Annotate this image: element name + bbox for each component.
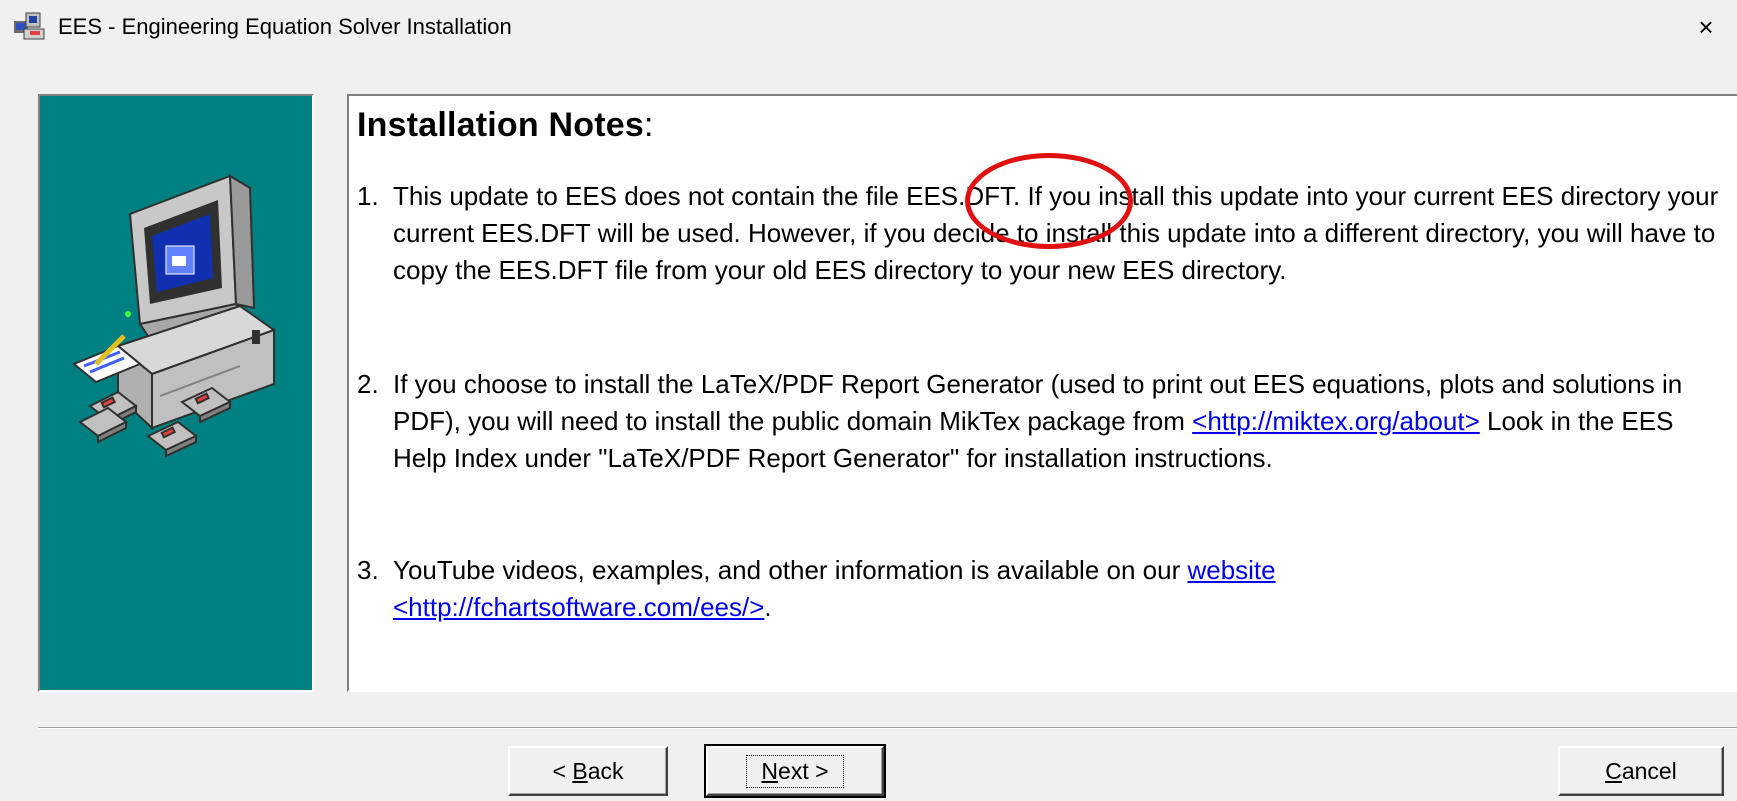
miktex-link[interactable]: <http://miktex.org/about> bbox=[1192, 406, 1480, 436]
note-text: If you choose to install the LaTeX/PDF R… bbox=[393, 369, 1683, 473]
next-button[interactable]: Next > bbox=[704, 744, 886, 798]
window-title: EES - Engineering Equation Solver Instal… bbox=[58, 14, 512, 39]
back-button-label: < Back bbox=[552, 757, 624, 784]
title-bar: EES - Engineering Equation Solver Instal… bbox=[0, 0, 1737, 54]
back-button[interactable]: < Back bbox=[508, 746, 668, 796]
close-button[interactable]: × bbox=[1675, 0, 1737, 54]
note-number: 2. bbox=[357, 369, 379, 399]
installer-app-icon bbox=[12, 11, 46, 41]
note-number: 1. bbox=[357, 181, 379, 211]
cancel-button[interactable]: Cancel bbox=[1558, 746, 1724, 796]
notes-heading: Installation Notes: bbox=[357, 106, 654, 144]
website-link[interactable]: website bbox=[1187, 555, 1275, 585]
note-text: YouTube videos, examples, and other info… bbox=[393, 555, 1276, 622]
cancel-button-label: Cancel bbox=[1605, 757, 1677, 784]
setup-side-panel bbox=[38, 94, 314, 692]
note-text: This update to EES does not contain the … bbox=[393, 181, 1719, 285]
computer-illustration-icon bbox=[72, 174, 277, 458]
button-separator bbox=[38, 727, 1737, 729]
note-number: 3. bbox=[357, 555, 379, 585]
next-button-label: Next > bbox=[746, 754, 844, 788]
installation-notes-panel: Installation Notes: 1. This update to EE… bbox=[347, 94, 1737, 692]
close-icon: × bbox=[1698, 11, 1714, 42]
fchart-url-link[interactable]: <http://fchartsoftware.com/ees/> bbox=[393, 592, 764, 622]
